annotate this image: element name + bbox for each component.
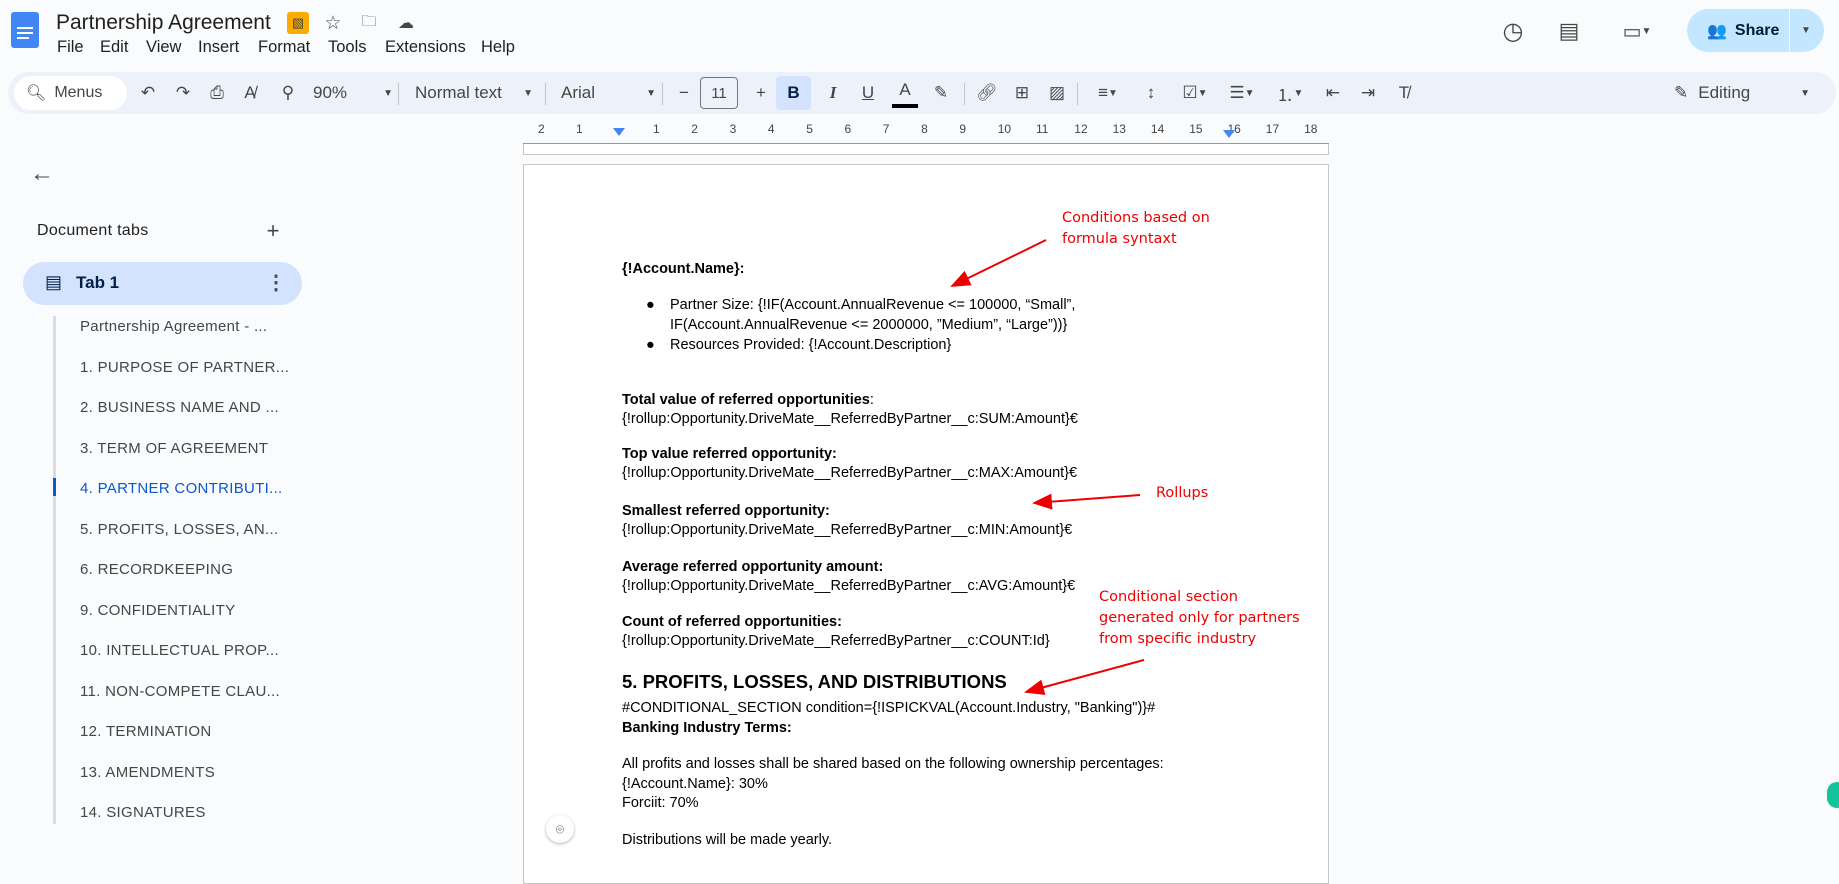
annotation-arrows	[950, 239, 1145, 696]
arrow-formula	[950, 239, 1047, 287]
arrow-rollups	[1032, 493, 1141, 510]
arrow-conditional	[1024, 659, 1145, 696]
